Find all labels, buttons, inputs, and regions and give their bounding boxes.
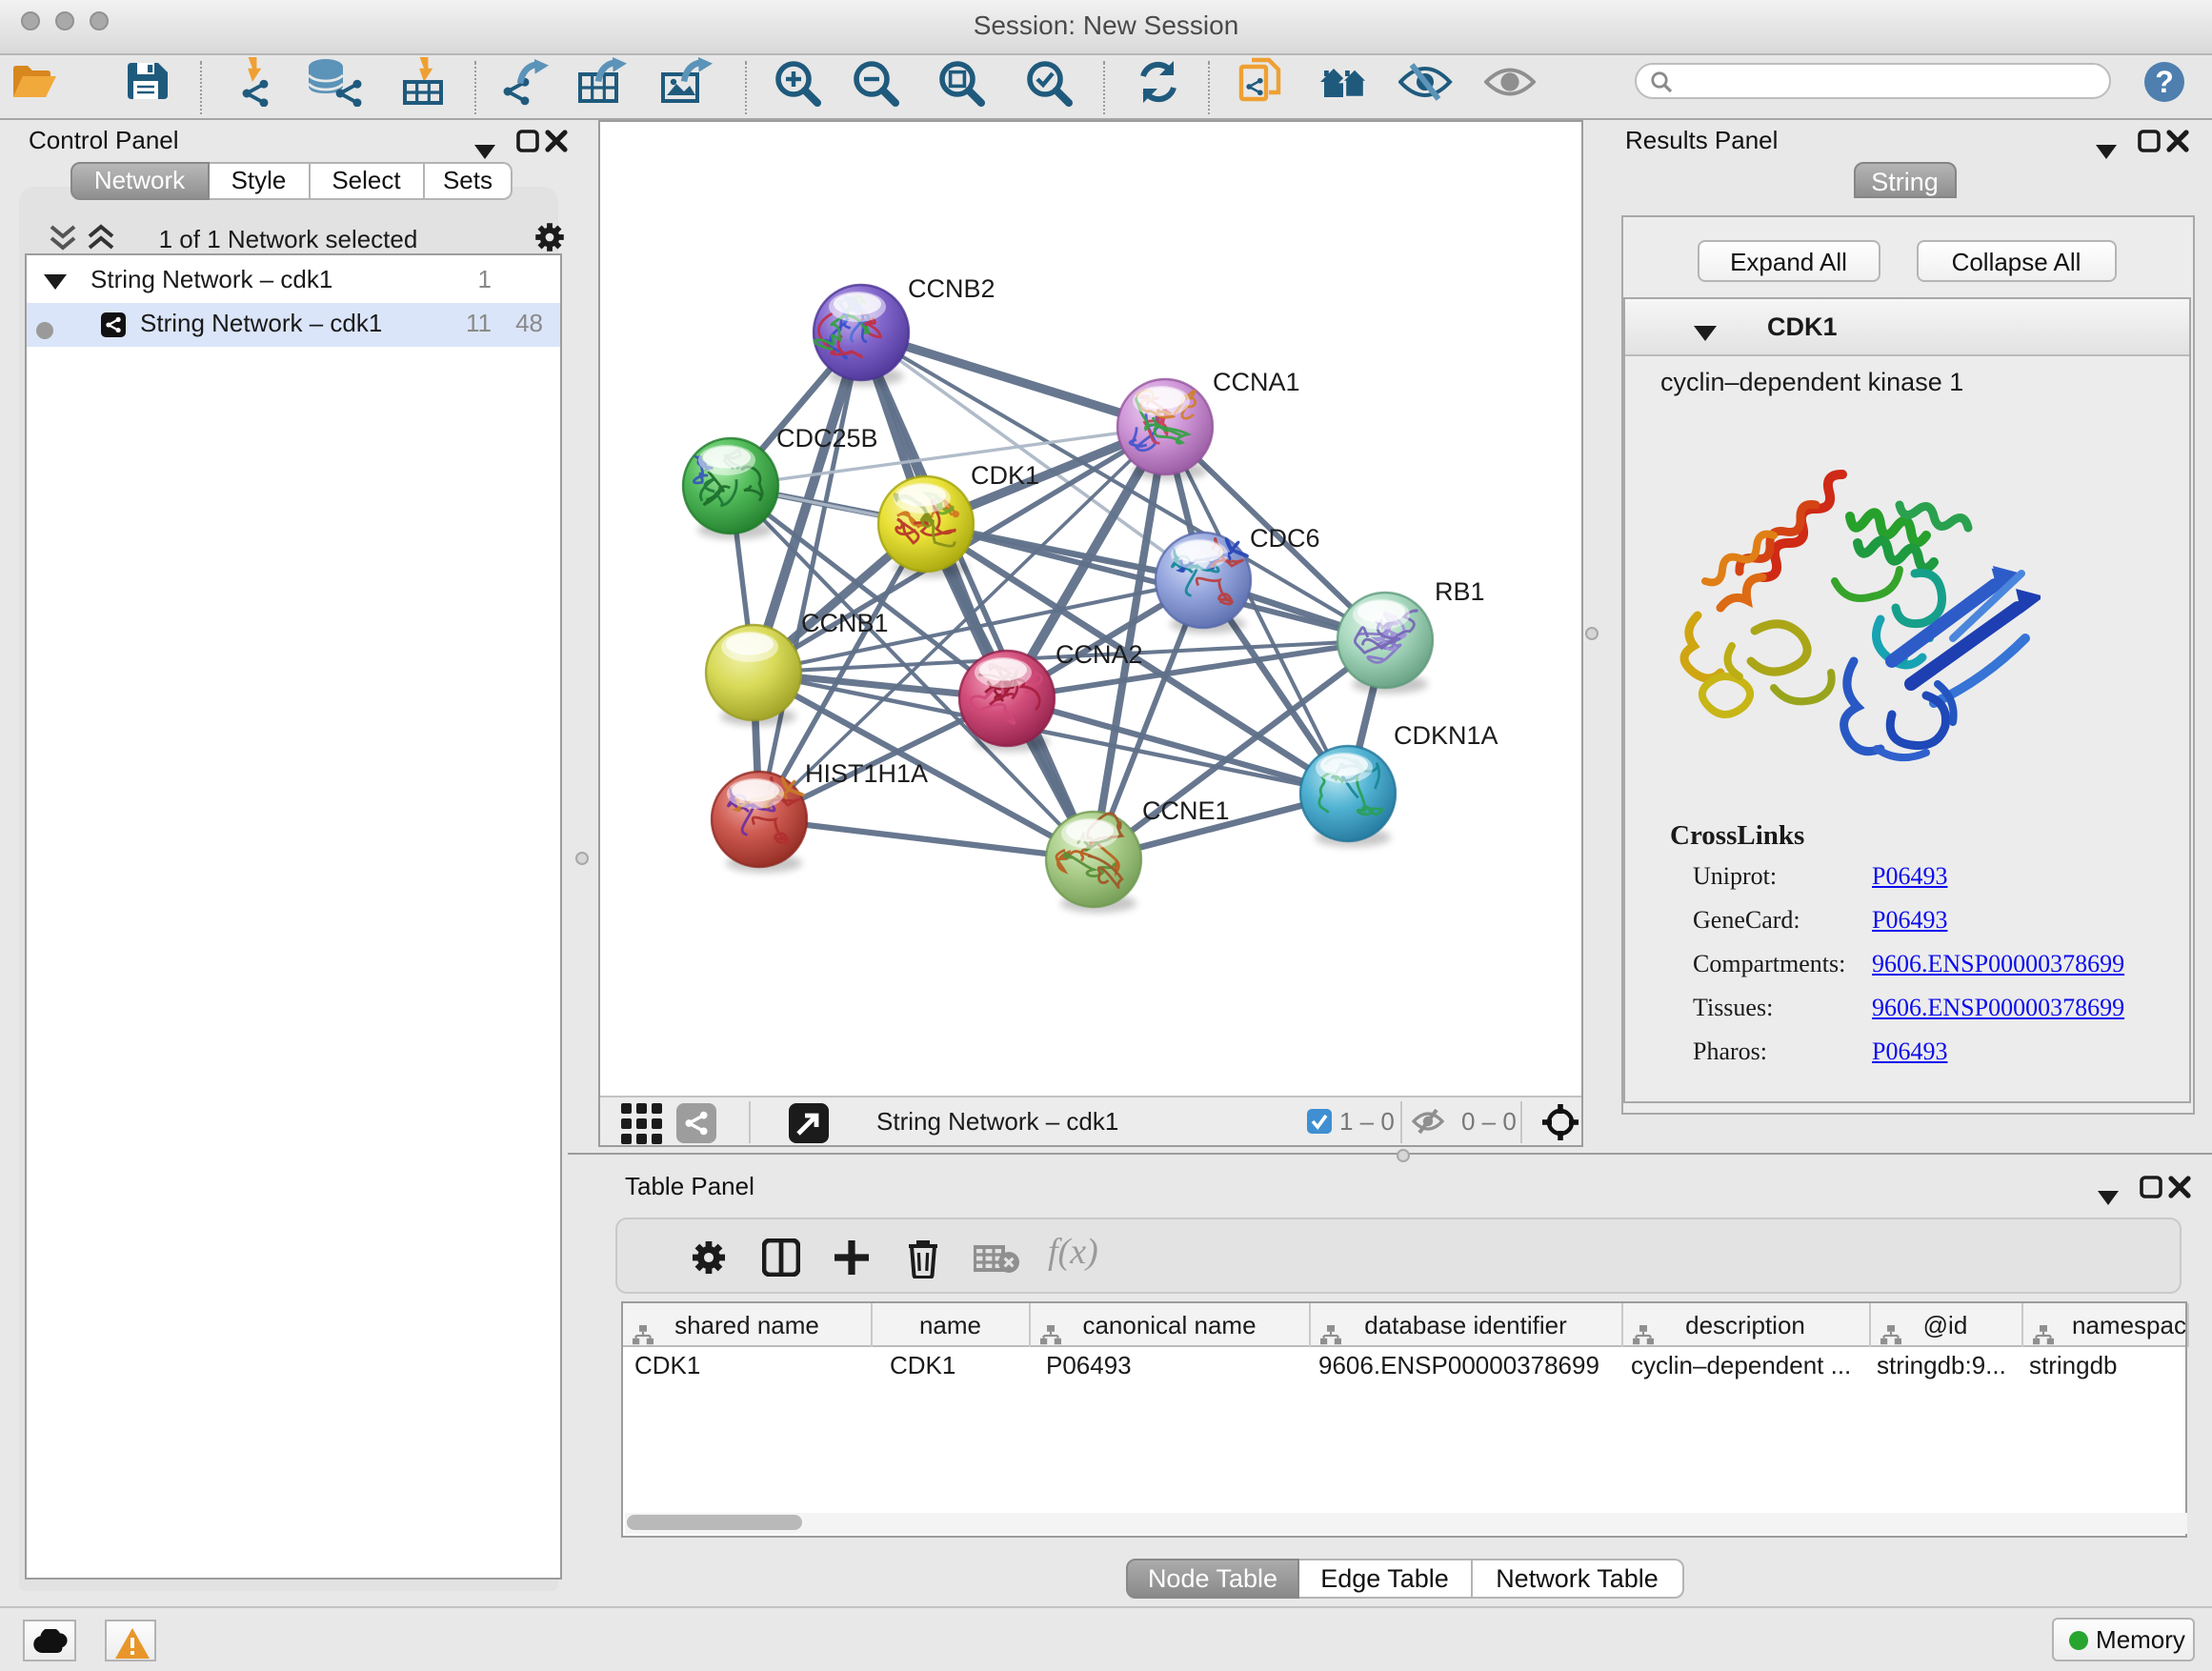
svg-text:CDC25B: CDC25B xyxy=(776,424,878,453)
svg-text:CCNA2: CCNA2 xyxy=(1056,640,1143,669)
svg-text:?: ? xyxy=(2155,65,2174,99)
svg-text:CDK1: CDK1 xyxy=(971,461,1039,490)
svg-text:HIST1H1A: HIST1H1A xyxy=(805,759,928,788)
svg-text:RB1: RB1 xyxy=(1435,577,1485,606)
svg-text:CDC6: CDC6 xyxy=(1250,524,1320,553)
svg-text:CCNA1: CCNA1 xyxy=(1213,368,1300,396)
svg-text:CDKN1A: CDKN1A xyxy=(1394,721,1498,750)
svg-text:CCNB2: CCNB2 xyxy=(908,274,995,303)
svg-text:CCNB1: CCNB1 xyxy=(801,609,889,637)
svg-text:CCNE1: CCNE1 xyxy=(1142,796,1230,825)
